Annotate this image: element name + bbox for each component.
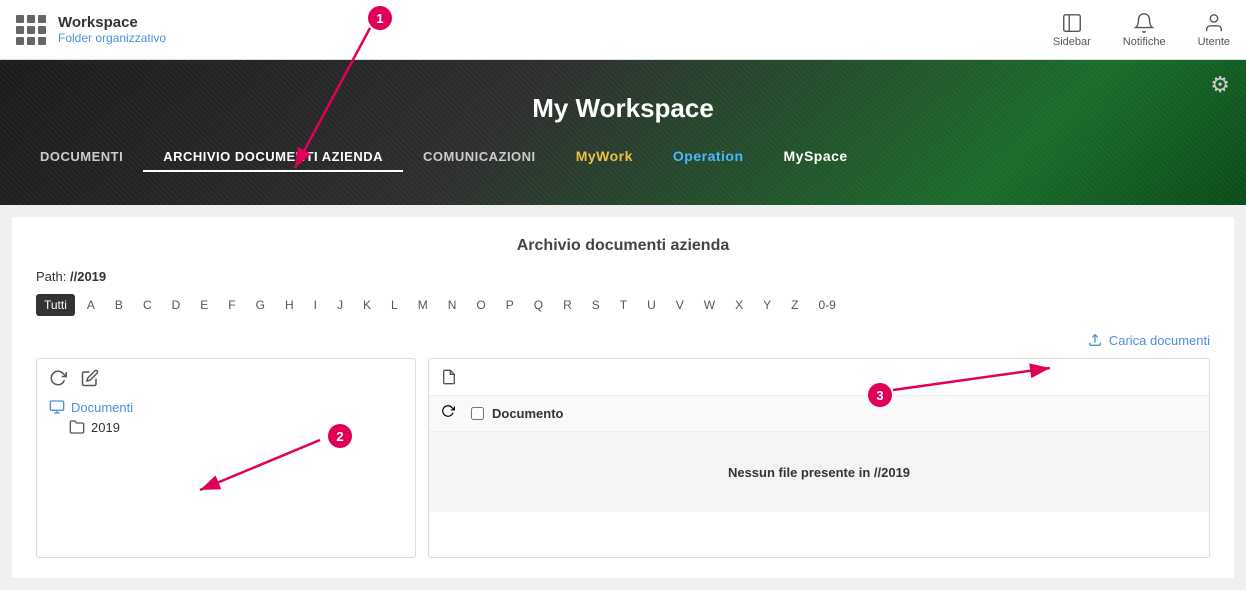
select-all-checkbox[interactable] [471,407,484,420]
refresh-small-icon[interactable] [441,404,455,418]
right-panel: Documento Nessun file presente in //2019 [428,358,1210,558]
alpha-btn-r[interactable]: R [555,294,580,316]
empty-message: Nessun file presente in //2019 [728,465,910,480]
topbar: Workspace Folder organizzativo Sidebar N… [0,0,1246,60]
tab-documenti[interactable]: DOCUMENTI [20,143,143,172]
alpha-btn-e[interactable]: E [192,294,216,316]
alpha-btn-w[interactable]: W [696,294,723,316]
tree-item-documenti[interactable]: Documenti [49,397,403,417]
notifiche-label: Notifiche [1123,36,1166,48]
alpha-btn-t[interactable]: T [612,294,635,316]
upload-button[interactable]: Carica documenti [1087,332,1210,348]
alpha-btn-z[interactable]: Z [783,294,806,316]
alpha-btn-y[interactable]: Y [755,294,779,316]
tree-item-documenti-label: Documenti [71,400,133,415]
alpha-btn-p[interactable]: P [498,294,522,316]
notifiche-action[interactable]: Notifiche [1123,12,1166,48]
alpha-btn-b[interactable]: B [107,294,131,316]
alpha-btn-s[interactable]: S [584,294,608,316]
alpha-btn-h[interactable]: H [277,294,302,316]
tree-item-2019[interactable]: 2019 [69,417,403,437]
right-panel-toolbar [429,359,1209,396]
alpha-btn-q[interactable]: Q [526,294,551,316]
sidebar-action[interactable]: Sidebar [1053,12,1091,48]
alpha-btn-v[interactable]: V [668,294,692,316]
upload-icon [1087,332,1103,348]
tab-mywork[interactable]: MyWork [556,142,653,172]
path-row: Path: //2019 [36,269,1210,284]
folder-icon [69,419,85,435]
hero-title: My Workspace [0,93,1246,124]
sidebar-label: Sidebar [1053,36,1091,48]
tab-archivio[interactable]: ARCHIVIO DOCUMENTI AZIENDA [143,143,403,172]
alpha-btn-d[interactable]: D [164,294,189,316]
app-title: Workspace [58,14,166,31]
alpha-btn-m[interactable]: M [410,294,436,316]
left-panel: Documenti 2019 [36,358,416,558]
topbar-title: Workspace Folder organizzativo [58,14,166,45]
utente-label: Utente [1198,36,1230,48]
topbar-left: Workspace Folder organizzativo [16,14,166,45]
alpha-btn-a[interactable]: A [79,294,103,316]
bell-icon [1133,12,1155,34]
section-title: Archivio documenti azienda [36,237,1210,255]
alpha-btn-tutti[interactable]: Tutti [36,294,75,316]
alpha-btn-o[interactable]: O [468,294,493,316]
col-header: Documento [429,396,1209,432]
alpha-btn-l[interactable]: L [383,294,406,316]
col-header-check-area [441,404,471,423]
path-value: //2019 [70,269,106,284]
doc-icon [441,369,457,385]
left-panel-toolbar [49,369,403,387]
alpha-btn-j[interactable]: J [329,294,351,316]
tab-operation[interactable]: Operation [653,142,764,172]
alphabet-filter: Tutti A B C D E F G H I J K L M N O P Q … [36,294,1210,316]
empty-state: Nessun file presente in //2019 [429,432,1209,512]
alpha-btn-n[interactable]: N [440,294,465,316]
alpha-btn-k[interactable]: K [355,294,379,316]
monitor-icon [49,399,65,415]
alpha-btn-x[interactable]: X [727,294,751,316]
two-col-layout: Documenti 2019 [36,358,1210,558]
alpha-btn-c[interactable]: C [135,294,160,316]
hero-tabs: DOCUMENTI ARCHIVIO DOCUMENTI AZIENDA COM… [0,142,1246,172]
hero-banner: My Workspace ⚙ DOCUMENTI ARCHIVIO DOCUME… [0,60,1246,205]
edit-icon[interactable] [81,369,99,387]
main-content: Archivio documenti azienda Path: //2019 … [12,217,1234,578]
alpha-btn-09[interactable]: 0-9 [811,294,844,316]
alpha-btn-g[interactable]: G [248,294,273,316]
tree-item-2019-label: 2019 [91,420,120,435]
alpha-btn-f[interactable]: F [220,294,243,316]
col-header-label: Documento [492,406,564,421]
utente-action[interactable]: Utente [1198,12,1230,48]
sidebar-icon [1061,12,1083,34]
tab-myspace[interactable]: MySpace [764,142,868,172]
app-subtitle: Folder organizzativo [58,31,166,45]
alpha-btn-u[interactable]: U [639,294,664,316]
user-icon [1203,12,1225,34]
path-label: Path: [36,269,66,284]
tab-comunicazioni[interactable]: COMUNICAZIONI [403,143,556,172]
grid-menu-icon[interactable] [16,15,46,45]
alpha-btn-i[interactable]: I [306,294,325,316]
page-wrapper: Workspace Folder organizzativo Sidebar N… [0,0,1246,578]
topbar-right: Sidebar Notifiche Utente [1053,12,1230,48]
upload-label: Carica documenti [1109,333,1210,348]
refresh-icon[interactable] [49,369,67,387]
upload-row: Carica documenti [36,332,1210,348]
